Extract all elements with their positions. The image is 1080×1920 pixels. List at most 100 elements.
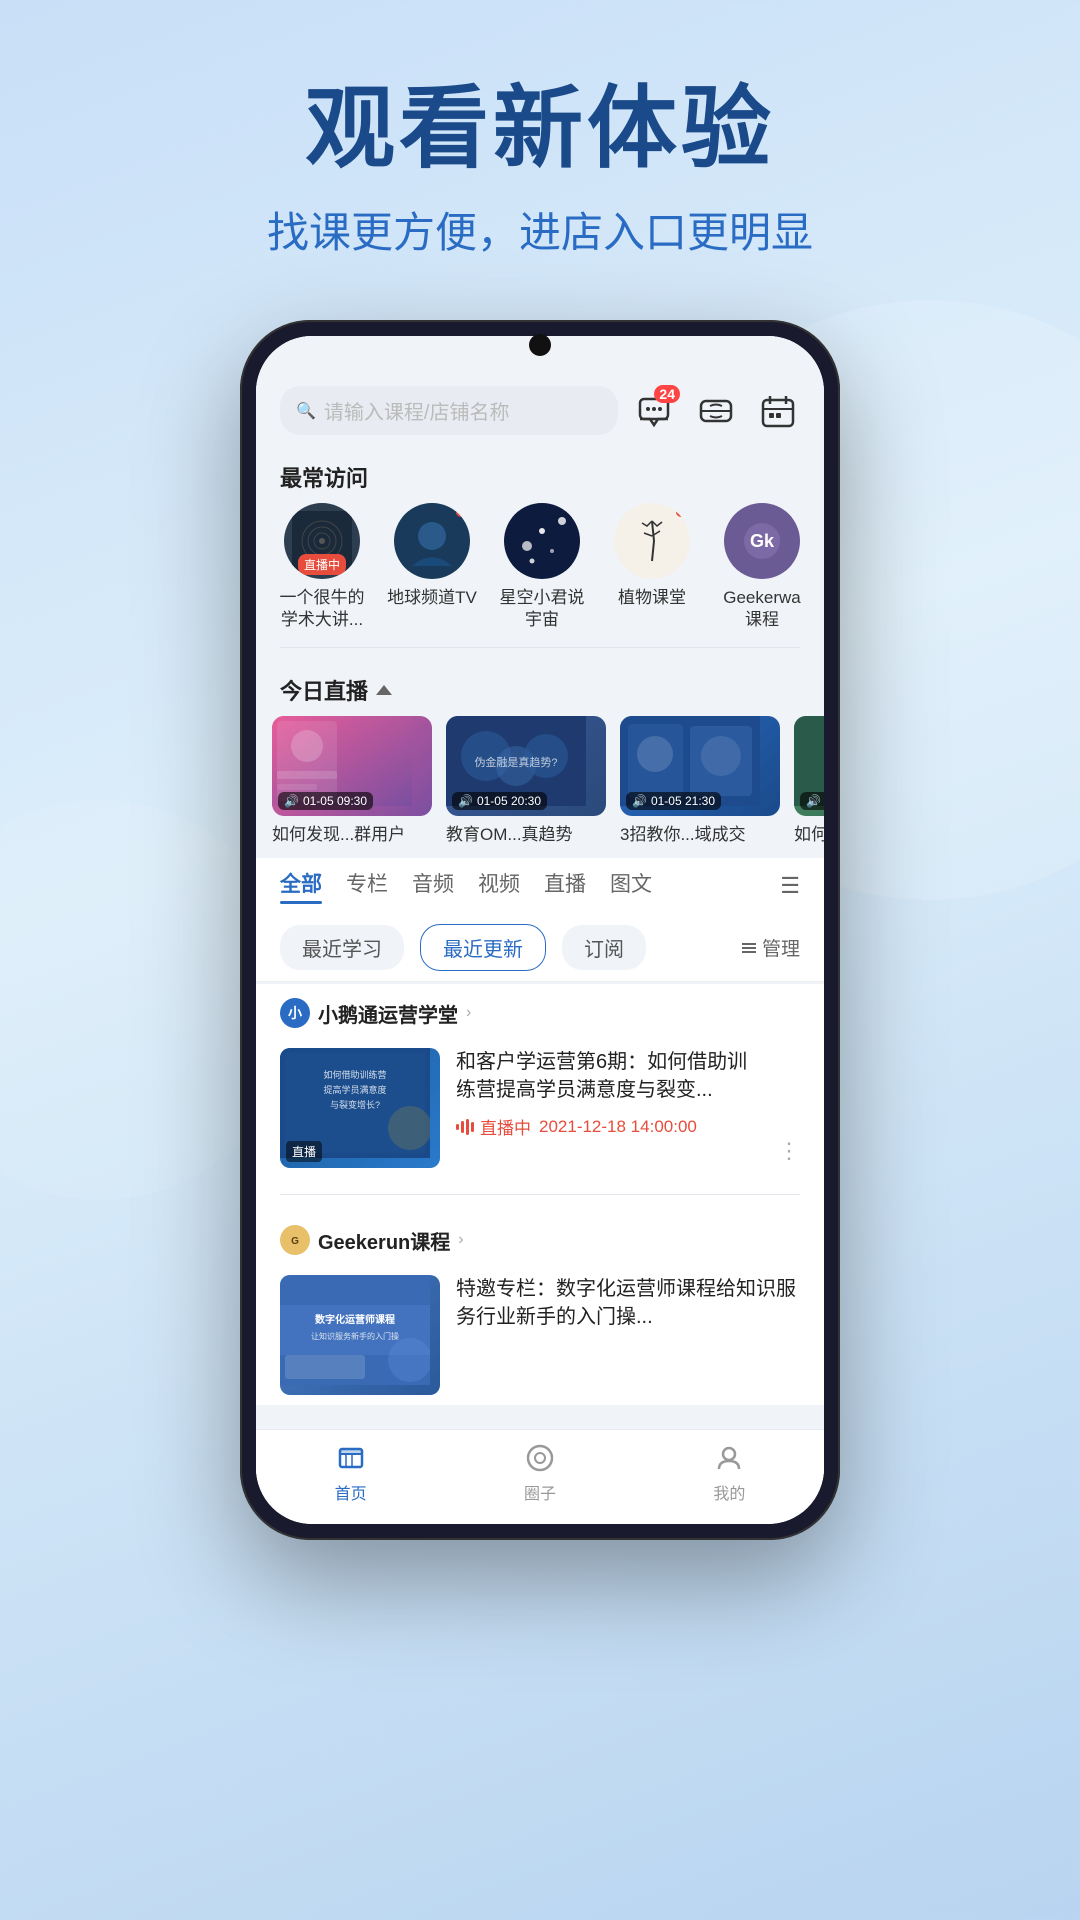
svg-text:伪金融是真趋势?: 伪金融是真趋势?: [474, 755, 557, 769]
header-section: 观看新体验 找课更方便，进店入口更明显: [0, 0, 1080, 260]
svg-text:与裂变增长?: 与裂变增长?: [330, 1099, 380, 1110]
geekerun-icon: G: [283, 1228, 307, 1252]
live-item-3[interactable]: 🔊01-05 21:30 3招教你...域成交: [620, 716, 780, 846]
dot-indicator-2: [456, 507, 466, 517]
freq-item-1[interactable]: 直播中 一个很牛的学术大讲...: [272, 503, 372, 631]
live-thumb-4: 🔊01-05: [794, 716, 824, 816]
divider-2: [280, 1194, 800, 1195]
camera-notch: [529, 334, 551, 356]
content-list: 小 小鹅通运营学堂 › 如何借助训练营: [256, 984, 824, 1405]
content-thumb-1: 如何借助训练营 提高学员满意度 与裂变增长? 直播: [280, 1048, 440, 1168]
freq-name-2: 地球频道TV: [387, 587, 477, 609]
live-item-1[interactable]: 🔊01-05 09:30 如何发现...群用户: [272, 716, 432, 846]
source-arrow-1: ›: [466, 1004, 471, 1022]
divider-1: [280, 647, 800, 648]
freq-name-5: Geekerwa课程: [723, 587, 800, 631]
live-status-1: 直播中: [456, 1114, 531, 1139]
frequent-list: 直播中 一个很牛的学术大讲...: [256, 503, 824, 631]
svg-text:让知识服务新手的入门操: 让知识服务新手的入门操: [311, 1331, 399, 1341]
live-item-2[interactable]: 伪金融是真趋势? 🔊01-05 20:30 教育OM...真趋势: [446, 716, 606, 846]
calendar-button[interactable]: [756, 389, 800, 433]
live-title-1: 如何发现...群用户: [272, 824, 432, 846]
content-card-2[interactable]: 数字化运营师课程 让知识服务新手的入门操 特邀专栏：数字化运营师课程给知识服务行…: [256, 1265, 824, 1405]
filter-tab-video[interactable]: 视频: [478, 868, 520, 904]
filter-tab-live[interactable]: 直播: [544, 868, 586, 904]
content-meta-1: 直播中 2021-12-18 14:00:00: [456, 1114, 762, 1139]
nav-home-label: 首页: [335, 1480, 367, 1504]
live-tag-1: 直播: [286, 1141, 322, 1162]
sub-title: 找课更方便，进店入口更明显: [0, 199, 1080, 260]
collapse-icon[interactable]: [376, 685, 392, 695]
live-title-3: 3招教你...域成交: [620, 824, 780, 846]
live-thumb-3: 🔊01-05 21:30: [620, 716, 780, 816]
nav-circle[interactable]: 圈子: [445, 1440, 634, 1504]
live-thumb-2: 伪金融是真趋势? 🔊01-05 20:30: [446, 716, 606, 816]
freq-item-5[interactable]: Gk Geekerwa课程: [712, 503, 812, 631]
circle-icon: [522, 1440, 558, 1476]
filter-tab-column[interactable]: 专栏: [346, 868, 388, 904]
content-more-1[interactable]: ⋮: [778, 1048, 800, 1168]
live-title-2: 教育OM...真趋势: [446, 824, 606, 846]
manage-button[interactable]: 管理: [740, 934, 800, 961]
search-box[interactable]: 🔍 请输入课程/店铺名称: [280, 386, 618, 435]
search-placeholder: 请输入课程/店铺名称: [324, 396, 510, 425]
sort-tab-update[interactable]: 最近更新: [420, 924, 546, 971]
svg-text:Gk: Gk: [750, 531, 775, 551]
mask-icon: [698, 393, 734, 429]
content-card-1[interactable]: 如何借助训练营 提高学员满意度 与裂变增长? 直播 和客户学运营第6期：如何借: [256, 1038, 824, 1178]
live-list: 🔊01-05 09:30 如何发现...群用户: [256, 716, 824, 846]
freq-item-4[interactable]: 植物课堂: [602, 503, 702, 631]
freq-name-1: 一个很牛的学术大讲...: [280, 587, 365, 631]
content-thumb-2: 数字化运营师课程 让知识服务新手的入门操: [280, 1275, 440, 1395]
live-thumb-1: 🔊01-05 09:30: [272, 716, 432, 816]
svg-text:G: G: [291, 1236, 299, 1247]
search-icon: 🔍: [296, 401, 316, 421]
manage-icon: [740, 939, 758, 957]
source-arrow-2: ›: [458, 1231, 463, 1249]
live-time-3: 🔊01-05 21:30: [626, 792, 721, 810]
live-time-2: 🔊01-05 20:30: [452, 792, 547, 810]
live-time-1: 🔊01-05 09:30: [278, 792, 373, 810]
content-title-1: 和客户学运营第6期：如何借助训练营提高学员满意度与裂变...: [456, 1048, 762, 1104]
content-date-1: 2021-12-18 14:00:00: [539, 1117, 697, 1137]
today-live-header: 今日直播: [256, 664, 824, 716]
sort-tab-subscribe[interactable]: 订阅: [562, 925, 646, 970]
bottom-nav: 首页 圈子: [256, 1429, 824, 1524]
sort-tabs: 最近学习 最近更新 订阅 管理: [256, 914, 824, 982]
freq-avatar-1: 直播中: [284, 503, 360, 579]
freq-name-3: 星空小君说宇宙: [500, 587, 585, 631]
nav-mine-label: 我的: [713, 1480, 745, 1504]
live-time-4: 🔊01-05: [800, 792, 824, 810]
source-icon-1: 小: [280, 998, 310, 1028]
freq-avatar-4: [614, 503, 690, 579]
source-icon-2: G: [280, 1225, 310, 1255]
content-source-header-2[interactable]: G Geekerun课程 ›: [256, 1211, 824, 1265]
app-content: 🔍 请输入课程/店铺名称 24: [256, 336, 824, 1524]
freq-name-4: 植物课堂: [618, 587, 686, 609]
calendar-icon: [760, 393, 796, 429]
freq-item-2[interactable]: 地球频道TV: [382, 503, 482, 631]
content-source-header-1[interactable]: 小 小鹅通运营学堂 ›: [256, 984, 824, 1038]
mask-button[interactable]: [694, 389, 738, 433]
filter-tab-all[interactable]: 全部: [280, 868, 322, 904]
filter-tab-imgtext[interactable]: 图文: [610, 868, 652, 904]
scroll-area[interactable]: 最常访问: [256, 447, 824, 1524]
nav-home[interactable]: 首页: [256, 1440, 445, 1504]
phone-screen: 🔍 请输入课程/店铺名称 24: [256, 336, 824, 1524]
filter-more-icon[interactable]: ☰: [780, 873, 800, 899]
filter-tab-audio[interactable]: 音频: [412, 868, 454, 904]
live-title-4: 如何运...: [794, 824, 824, 846]
freq-avatar-2: [394, 503, 470, 579]
home-icon: [333, 1440, 369, 1476]
audio-wave-icon: [456, 1119, 476, 1135]
filter-tabs: 全部 专栏 音频 视频 直播 图文 ☰: [256, 858, 824, 914]
content-title-2: 特邀专栏：数字化运营师课程给知识服务行业新手的入门操...: [456, 1275, 800, 1331]
live-item-4[interactable]: 🔊01-05 如何运...: [794, 716, 824, 846]
sort-tab-recent[interactable]: 最近学习: [280, 925, 404, 970]
nav-mine[interactable]: 我的: [635, 1440, 824, 1504]
freq-item-3[interactable]: 星空小君说宇宙: [492, 503, 592, 631]
message-badge: 24: [654, 385, 680, 403]
freq-avatar-5: Gk: [724, 503, 800, 579]
content-info-1: 和客户学运营第6期：如何借助训练营提高学员满意度与裂变...: [456, 1048, 762, 1168]
message-button[interactable]: 24: [632, 389, 676, 433]
